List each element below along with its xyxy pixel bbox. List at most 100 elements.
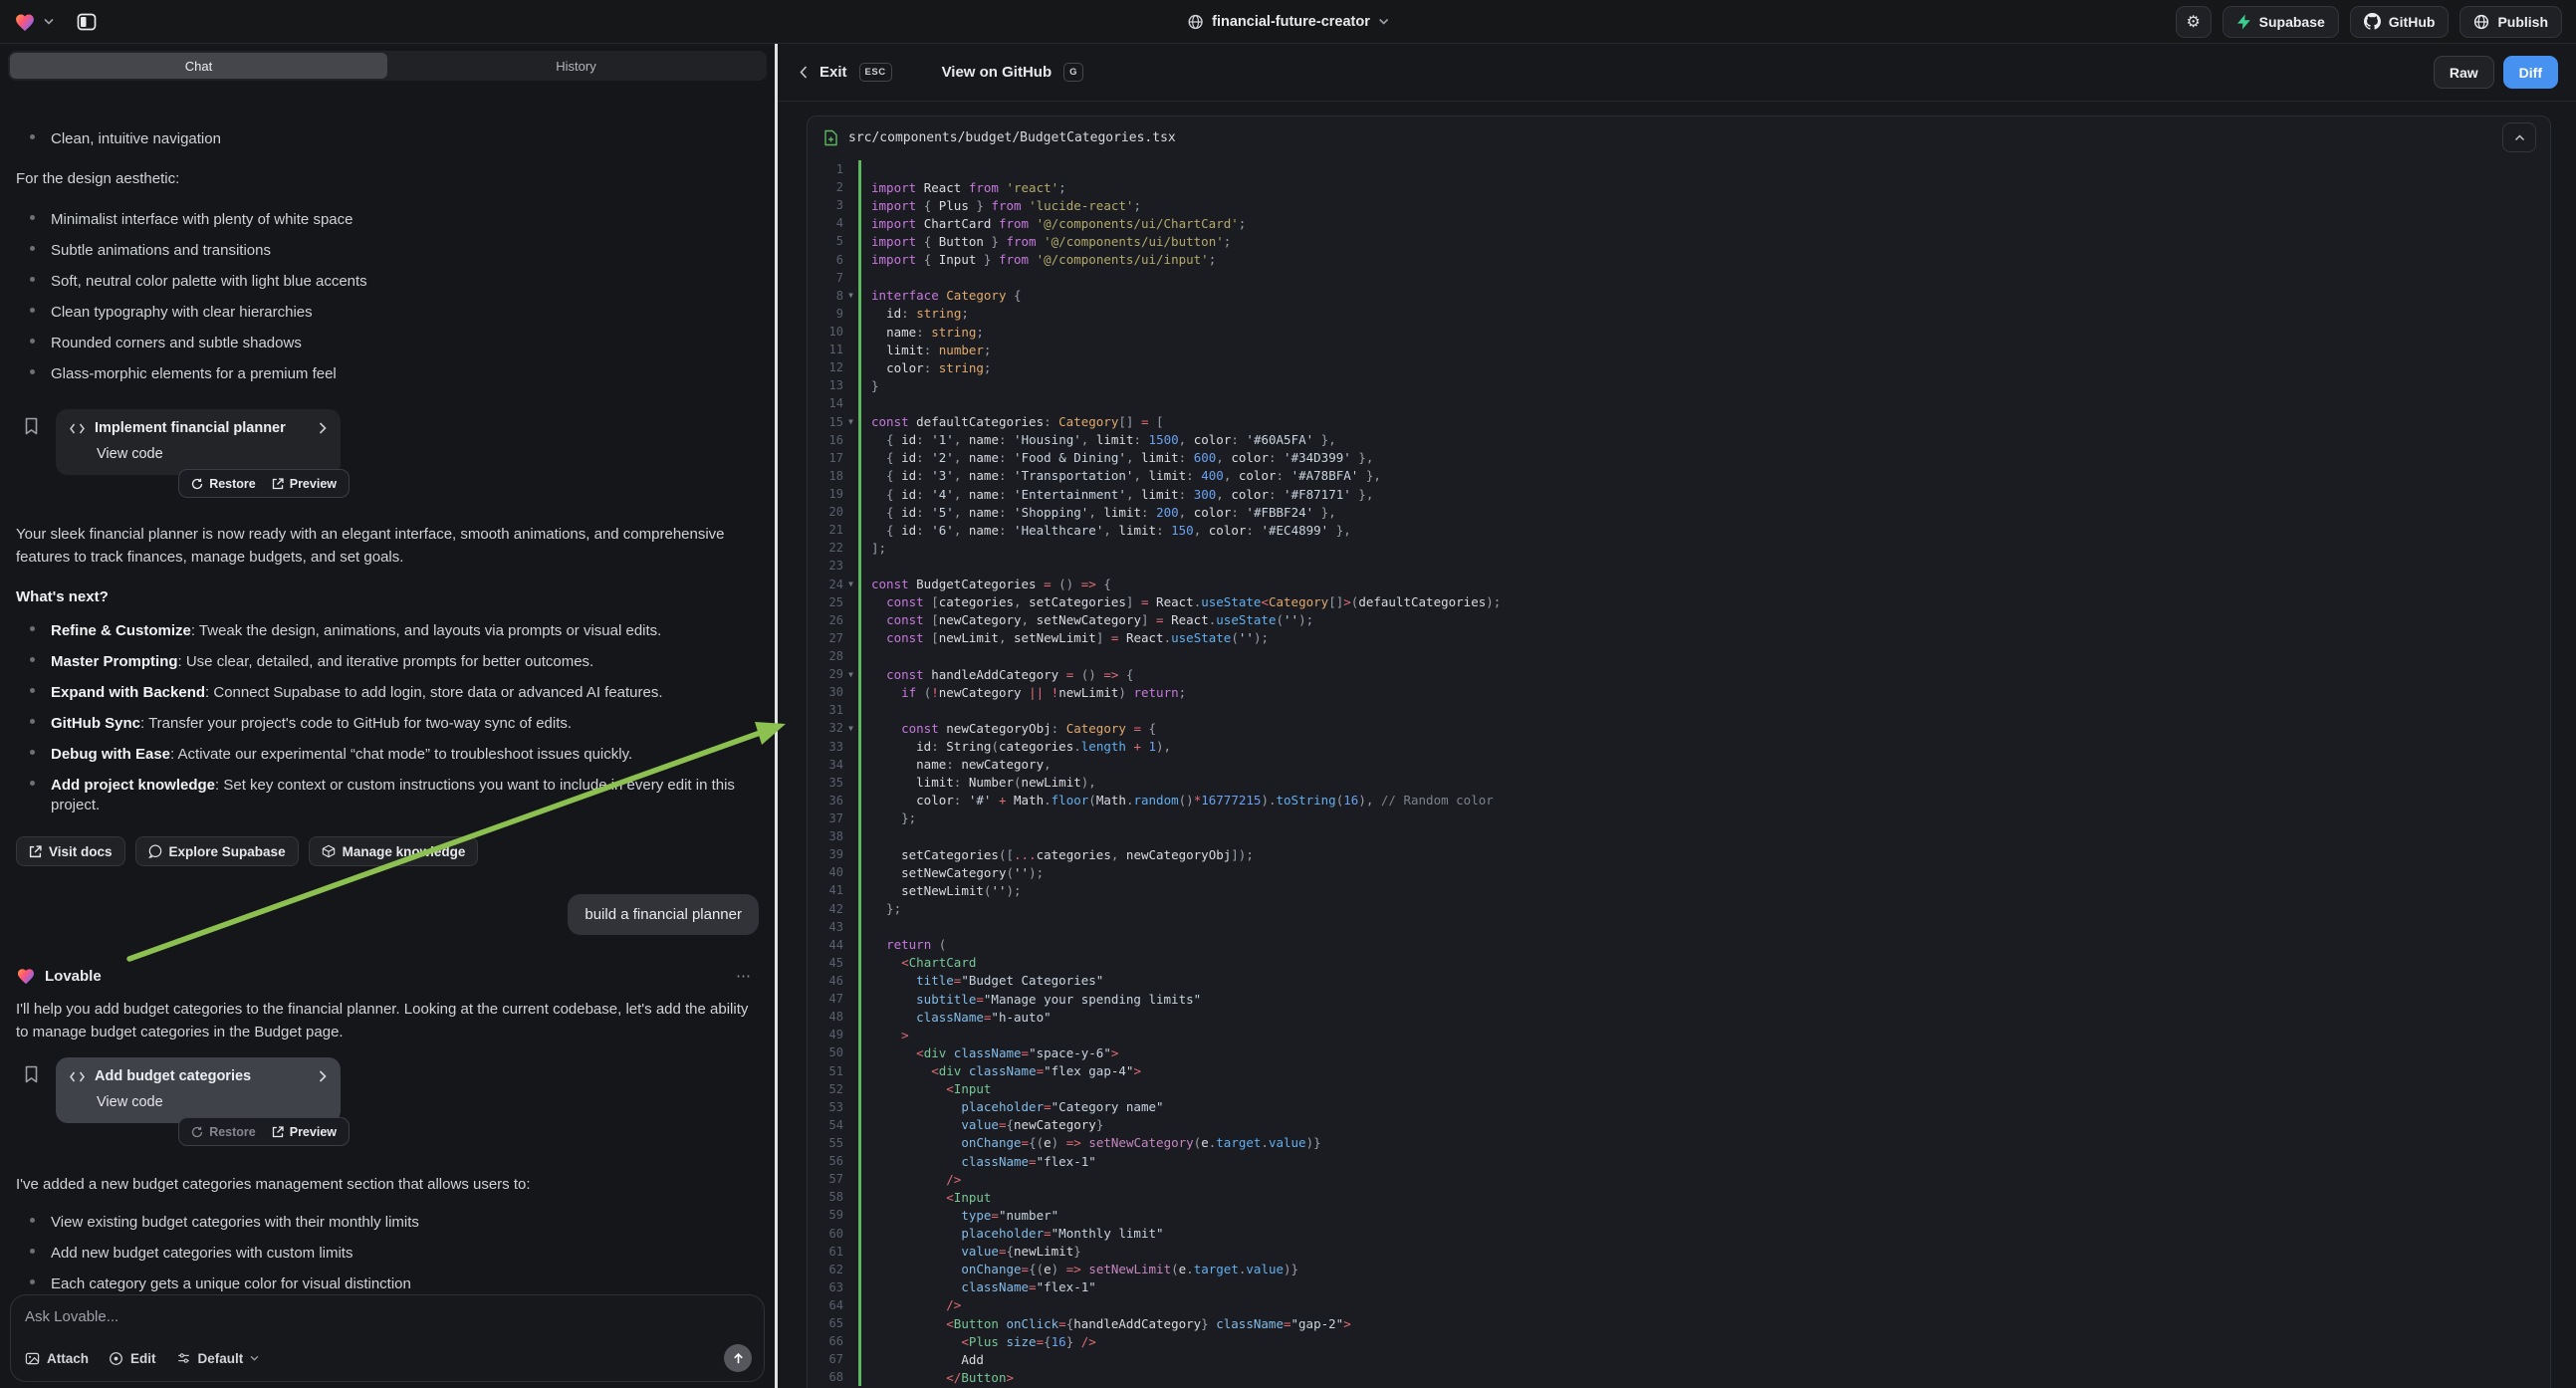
line-number: 45 bbox=[808, 956, 843, 970]
supabase-bolt-icon bbox=[2236, 14, 2251, 30]
version-card-add-budget-categories[interactable]: Add budget categories View code Restore … bbox=[56, 1057, 341, 1123]
chat-composer-input[interactable] bbox=[25, 1308, 750, 1325]
attach-button[interactable]: Attach bbox=[25, 1351, 89, 1366]
list-item-text: Each category gets a unique color for vi… bbox=[51, 1274, 411, 1294]
restore-button[interactable]: Restore bbox=[191, 477, 256, 491]
line-number: 22 bbox=[808, 541, 843, 555]
line-number: 19 bbox=[808, 487, 843, 501]
preview-button[interactable]: Preview bbox=[272, 477, 337, 491]
raw-toggle-button[interactable]: Raw bbox=[2434, 56, 2494, 89]
code-line-content: const [categories, setCategories] = Reac… bbox=[858, 593, 1501, 611]
list-item-text: Rounded corners and subtle shadows bbox=[51, 334, 302, 353]
line-number: 3 bbox=[808, 198, 843, 212]
project-name: financial-future-creator bbox=[1212, 14, 1370, 30]
chat-messages[interactable]: Clean, intuitive navigation For the desi… bbox=[0, 121, 775, 1292]
line-number: 12 bbox=[808, 360, 843, 374]
send-button[interactable] bbox=[724, 1344, 752, 1372]
assistant-message-3: I've added a new budget categories manag… bbox=[16, 1173, 759, 1196]
line-number: 65 bbox=[808, 1316, 843, 1330]
line-number: 44 bbox=[808, 938, 843, 952]
lovable-logo-heart-icon[interactable] bbox=[14, 12, 36, 32]
visit-docs-button[interactable]: Visit docs bbox=[16, 836, 125, 866]
version-card-implement-financial-planner[interactable]: Implement financial planner View code Re… bbox=[56, 409, 341, 475]
line-number: 16 bbox=[808, 433, 843, 447]
file-card-header[interactable]: src/components/budget/BudgetCategories.t… bbox=[808, 116, 2550, 158]
file-diff-card: src/components/budget/BudgetCategories.t… bbox=[807, 116, 2551, 1388]
panel-resize-divider[interactable] bbox=[775, 44, 778, 1388]
version-card-1-wrap: Implement financial planner View code Re… bbox=[56, 409, 341, 475]
list-item-text: Clean, intuitive navigation bbox=[51, 129, 221, 149]
code-line-content: setNewLimit(''); bbox=[858, 881, 1022, 899]
bullet-dot bbox=[30, 277, 35, 282]
fold-chevron-icon[interactable]: ▼ bbox=[843, 417, 858, 426]
restore-button-disabled[interactable]: Restore bbox=[191, 1125, 256, 1139]
toggle-sidebar-icon[interactable] bbox=[72, 7, 102, 37]
collapse-file-button[interactable] bbox=[2502, 122, 2536, 152]
preview-button[interactable]: Preview bbox=[272, 1125, 337, 1139]
code-line: 38 bbox=[808, 827, 2550, 845]
code-line: 6import { Input } from '@/components/ui/… bbox=[808, 251, 2550, 269]
chevron-left-icon[interactable] bbox=[800, 66, 808, 79]
line-number: 6 bbox=[808, 253, 843, 267]
list-item: Debug with Ease: Activate our experiment… bbox=[16, 745, 759, 765]
list-item: Soft, neutral color palette with light b… bbox=[16, 272, 759, 292]
supabase-button[interactable]: Supabase bbox=[2223, 6, 2339, 38]
code-line: 28 bbox=[808, 647, 2550, 665]
exit-button[interactable]: Exit bbox=[820, 64, 847, 81]
line-number: 33 bbox=[808, 740, 843, 754]
logo-chevron-down-icon[interactable] bbox=[44, 18, 54, 25]
code-line: 68 </Button> bbox=[808, 1368, 2550, 1386]
image-attach-icon bbox=[25, 1351, 40, 1366]
list-item: Refine & Customize: Tweak the design, an… bbox=[16, 621, 759, 641]
line-number: 52 bbox=[808, 1082, 843, 1096]
code-line: 64 /> bbox=[808, 1296, 2550, 1314]
code-line-content: ]; bbox=[858, 539, 886, 557]
view-code-link[interactable]: View code bbox=[97, 446, 327, 462]
code-line-content: onChange={(e) => setNewLimit(e.target.va… bbox=[858, 1261, 1298, 1278]
tab-chat[interactable]: Chat bbox=[10, 53, 387, 79]
settings-button[interactable]: ⚙ bbox=[2176, 6, 2212, 38]
project-switcher[interactable]: financial-future-creator bbox=[1187, 14, 1389, 30]
code-line: 2import React from 'react'; bbox=[808, 178, 2550, 196]
globe-icon bbox=[1187, 14, 1203, 30]
line-number: 37 bbox=[808, 811, 843, 825]
view-code-link[interactable]: View code bbox=[97, 1094, 327, 1110]
line-number: 35 bbox=[808, 776, 843, 790]
sliders-icon bbox=[176, 1351, 191, 1365]
list-item: Subtle animations and transitions bbox=[16, 241, 759, 261]
bookmark-icon[interactable] bbox=[24, 1065, 39, 1083]
view-on-github-link[interactable]: View on GitHub bbox=[942, 64, 1053, 81]
line-number: 63 bbox=[808, 1280, 843, 1294]
edit-button[interactable]: Edit bbox=[109, 1351, 156, 1366]
code-editor[interactable]: 12import React from 'react';3import { Pl… bbox=[808, 160, 2550, 1388]
publish-button[interactable]: Publish bbox=[2459, 6, 2562, 38]
line-number: 4 bbox=[808, 216, 843, 230]
diff-toggle-button[interactable]: Diff bbox=[2503, 56, 2558, 89]
code-line: 56 className="flex-1" bbox=[808, 1152, 2550, 1170]
message-more-menu[interactable]: ⋯ bbox=[736, 967, 753, 985]
manage-knowledge-button[interactable]: Manage knowledge bbox=[309, 836, 479, 866]
fold-chevron-icon[interactable]: ▼ bbox=[843, 291, 858, 300]
code-line-content: value={newLimit} bbox=[858, 1243, 1081, 1261]
code-line-content: } bbox=[858, 376, 879, 394]
code-line-content bbox=[858, 918, 871, 936]
tab-history[interactable]: History bbox=[387, 53, 765, 79]
chat-composer: Attach Edit Default bbox=[10, 1294, 765, 1382]
model-selector[interactable]: Default bbox=[176, 1351, 260, 1366]
code-line: 21 { id: '6', name: 'Healthcare', limit:… bbox=[808, 521, 2550, 539]
fold-chevron-icon[interactable]: ▼ bbox=[843, 724, 858, 733]
list-item-text: Glass-morphic elements for a premium fee… bbox=[51, 364, 337, 384]
line-number: 1 bbox=[808, 162, 843, 176]
code-line: 15▼const defaultCategories: Category[] =… bbox=[808, 413, 2550, 431]
code-line: 31 bbox=[808, 701, 2550, 719]
assistant-name: Lovable bbox=[45, 968, 102, 985]
line-number: 10 bbox=[808, 325, 843, 339]
fold-chevron-icon[interactable]: ▼ bbox=[843, 579, 858, 588]
github-button[interactable]: GitHub bbox=[2350, 6, 2450, 38]
explore-supabase-button[interactable]: Explore Supabase bbox=[135, 836, 299, 866]
bookmark-icon[interactable] bbox=[24, 417, 39, 435]
fold-chevron-icon[interactable]: ▼ bbox=[843, 670, 858, 679]
code-line: 32▼ const newCategoryObj: Category = { bbox=[808, 719, 2550, 737]
code-line-content: { id: '5', name: 'Shopping', limit: 200,… bbox=[858, 503, 1336, 521]
line-number: 61 bbox=[808, 1245, 843, 1259]
